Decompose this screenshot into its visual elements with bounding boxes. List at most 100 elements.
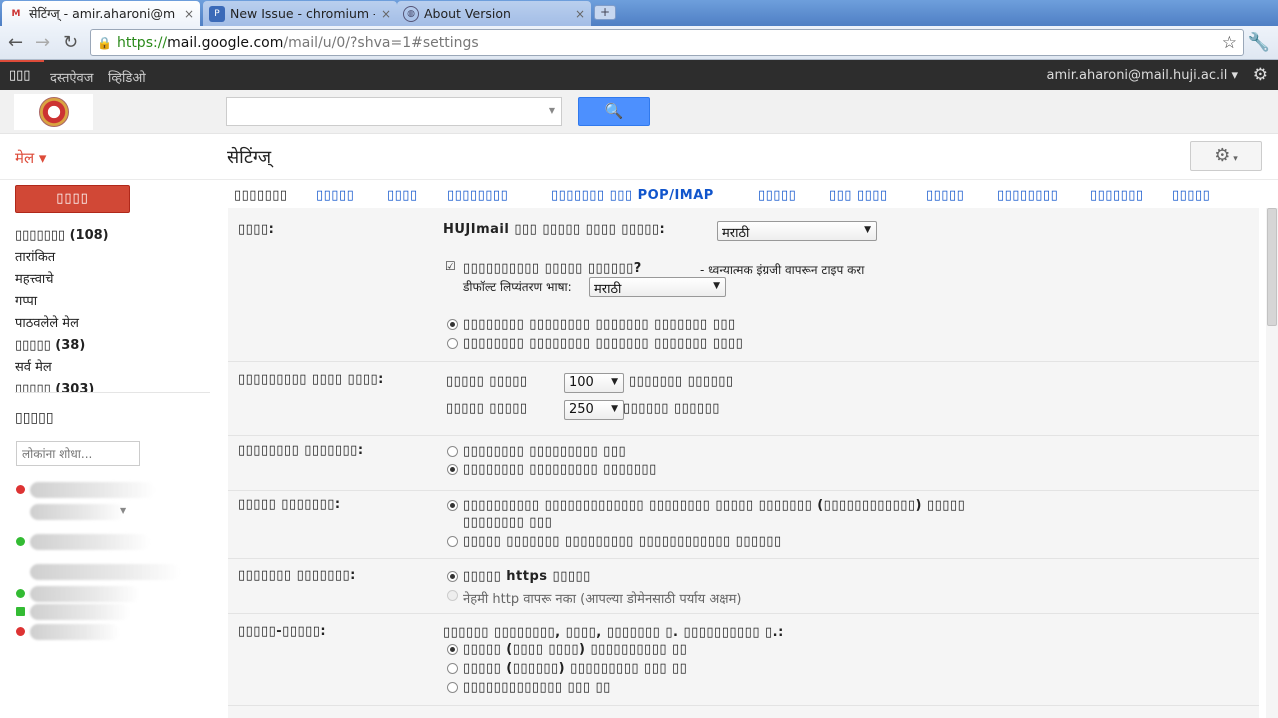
scrollbar[interactable] xyxy=(1266,208,1278,718)
close-icon[interactable]: × xyxy=(381,7,391,21)
conversations-per-page-select[interactable]: 100 ▼ xyxy=(564,373,624,393)
contact-item[interactable] xyxy=(16,532,186,552)
wrench-icon[interactable]: 🔧 xyxy=(1248,32,1270,53)
display-language-label: HUJImail ▯▯▯ ▯▯▯▯▯ ▯▯▯▯ ▯▯▯▯▯: xyxy=(443,222,666,237)
nav-item-important[interactable]: महत्त्वाचे xyxy=(15,269,210,291)
tab-themes[interactable]: ▯▯▯▯▯▯▯ xyxy=(1090,188,1144,203)
gbar-item-docs[interactable]: दस्तऐवज xyxy=(50,68,93,86)
button-labels-icons-radio[interactable] xyxy=(447,500,458,511)
close-icon[interactable]: × xyxy=(575,7,585,21)
contact-item[interactable] xyxy=(16,622,186,642)
contacts-search-input[interactable] xyxy=(16,441,140,466)
nav-item-chats[interactable]: गप्पा xyxy=(15,291,210,313)
setting-label: ▯▯▯▯: xyxy=(238,222,275,237)
select-value: मराठी xyxy=(594,282,622,297)
tab-general[interactable]: ▯▯▯▯▯▯▯ xyxy=(234,188,288,203)
gbar-item-mail[interactable]: ▯▯▯ xyxy=(9,68,30,83)
settings-gear-button[interactable]: ⚙ ▾ xyxy=(1190,141,1262,171)
rtl-off-radio[interactable] xyxy=(447,319,458,330)
external-option-2-radio[interactable] xyxy=(447,663,458,674)
new-tab-button[interactable]: + xyxy=(594,5,616,20)
tab-offline[interactable]: ▯▯▯▯▯▯▯▯ xyxy=(997,188,1058,203)
url-scheme: https:// xyxy=(116,34,168,51)
tab-chat[interactable]: ▯▯▯▯▯ xyxy=(758,188,796,203)
transliteration-select[interactable]: मराठी ▼ xyxy=(589,277,726,297)
gear-icon: ⚙ xyxy=(1214,145,1231,166)
globe-icon: ◍ xyxy=(403,5,419,22)
chevron-down-icon: ▼ xyxy=(864,225,871,235)
input-tools-checkbox[interactable]: ☑ xyxy=(445,260,457,272)
tab-inbox[interactable]: ▯▯▯▯ xyxy=(387,188,418,203)
shortcuts-on-radio[interactable] xyxy=(447,446,458,457)
nav-item-spam[interactable]: ▯▯▯▯▯ (303) xyxy=(15,379,210,393)
masthead: ▼ 🔍 xyxy=(0,90,1278,134)
chevron-down-icon[interactable]: ▼ xyxy=(549,106,555,115)
nav-item-drafts[interactable]: ▯▯▯▯▯ (38) xyxy=(15,335,210,357)
external-option-1-label: ▯▯▯▯▯ (▯▯▯▯ ▯▯▯▯) ▯▯▯▯▯▯▯▯▯▯ ▯▯ xyxy=(463,642,688,657)
external-option-1-radio[interactable] xyxy=(447,644,458,655)
always-https-radio[interactable] xyxy=(447,571,458,582)
tab-forwarding-pop-imap[interactable]: ▯▯▯▯▯▯▯ ▯▯▯ POP/IMAP xyxy=(551,188,714,203)
gear-icon[interactable]: ⚙ xyxy=(1253,65,1268,85)
blurred-contact-name xyxy=(30,534,150,550)
search-button[interactable]: 🔍 xyxy=(578,97,650,126)
tab-labels[interactable]: ▯▯▯▯▯ xyxy=(316,188,354,203)
setting-button-labels: ▯▯▯▯▯ ▯▯▯▯▯▯▯: ▯▯▯▯▯▯▯▯▯▯ ▯▯▯▯▯▯▯▯▯▯▯▯▯ … xyxy=(228,491,1259,559)
compose-button[interactable]: ▯▯▯▯ xyxy=(15,185,130,213)
gbar-item-videos[interactable]: व्हिडिओ xyxy=(108,68,146,86)
blurred-contact-name xyxy=(30,586,140,602)
setting-external-content: ▯▯▯▯▯-▯▯▯▯▯: ▯▯▯▯▯▯ ▯▯▯▯▯▯▯▯, ▯▯▯▯, ▯▯▯▯… xyxy=(228,614,1259,706)
address-bar[interactable]: 🔒 https://mail.google.com/mail/u/0/?shva… xyxy=(90,29,1244,56)
nav-item-sent[interactable]: पाठवलेले मेल xyxy=(15,313,210,335)
tab-accounts[interactable]: ▯▯▯▯▯▯▯▯ xyxy=(447,188,508,203)
no-https-label: नेहमी http वापरू नका (आपल्या डोमेनसाठी प… xyxy=(463,592,742,607)
reload-icon[interactable]: ↻ xyxy=(63,32,78,53)
blurred-contact-name xyxy=(30,504,125,520)
contact-item[interactable] xyxy=(16,602,186,622)
rtl-on-radio[interactable] xyxy=(447,338,458,349)
shortcuts-off-label: ▯▯▯▯▯▯▯▯ ▯▯▯▯▯▯▯▯▯ ▯▯▯▯▯▯▯ xyxy=(463,462,657,477)
mail-menu[interactable]: मेल ▾ xyxy=(15,148,46,168)
bookmark-star-icon[interactable]: ☆ xyxy=(1222,33,1237,53)
contact-item[interactable] xyxy=(16,562,186,582)
browser-tab-about-version[interactable]: ◍ About Version × xyxy=(397,1,591,26)
page-title: सेटिंग्ज् xyxy=(227,147,272,168)
chevron-down-icon[interactable]: ▼ xyxy=(120,506,126,515)
url-host: mail.google.com xyxy=(167,34,284,51)
tab-extra[interactable]: ▯▯▯▯▯ xyxy=(1172,188,1210,203)
button-labels-text-radio[interactable] xyxy=(447,536,458,547)
logo[interactable] xyxy=(14,94,93,130)
setting-label: ▯▯▯▯▯▯▯▯ ▯▯▯▯▯▯▯: xyxy=(238,443,364,458)
setting-page-size: ▯▯▯▯▯▯▯▯▯ ▯▯▯▯ ▯▯▯▯: ▯▯▯▯▯ ▯▯▯▯▯ 100 ▼ ▯… xyxy=(228,362,1259,436)
contacts-per-page-select[interactable]: 250 ▼ xyxy=(564,400,624,420)
forward-arrow-icon[interactable]: → xyxy=(35,32,50,53)
chevron-down-icon: ▼ xyxy=(611,377,618,387)
contact-item[interactable] xyxy=(16,584,186,604)
scrollbar-thumb[interactable] xyxy=(1267,208,1277,326)
display-language-select[interactable]: मराठी ▼ xyxy=(717,221,877,241)
nav-item-inbox[interactable]: ▯▯▯▯▯▯▯ (108) xyxy=(15,225,210,247)
back-arrow-icon[interactable]: ← xyxy=(8,32,23,53)
external-option-3-radio[interactable] xyxy=(447,682,458,693)
contact-item[interactable]: ▼ xyxy=(16,502,186,522)
select-value: 100 xyxy=(569,375,594,390)
button-labels-text-label: ▯▯▯▯▯ ▯▯▯▯▯▯▯ ▯▯▯▯▯▯▯▯▯ ▯▯▯▯▯▯▯▯▯▯▯▯ ▯▯▯… xyxy=(463,534,782,549)
search-input[interactable]: ▼ xyxy=(226,97,562,126)
tab-web-clips[interactable]: ▯▯▯ ▯▯▯▯ xyxy=(829,188,888,203)
setting-label: ▯▯▯▯▯▯▯ ▯▯▯▯▯▯▯: xyxy=(238,568,356,583)
nav-item-all-mail[interactable]: सर्व मेल xyxy=(15,357,210,379)
blurred-contact-name xyxy=(30,564,180,580)
tab-labs[interactable]: ▯▯▯▯▯ xyxy=(926,188,964,203)
shortcuts-off-radio[interactable] xyxy=(447,464,458,475)
input-tools-label: ▯▯▯▯▯▯▯▯▯▯ ▯▯▯▯▯ ▯▯▯▯▯▯? xyxy=(463,261,642,276)
nav-item-starred[interactable]: तारांकित xyxy=(15,247,210,269)
account-menu[interactable]: amir.aharoni@mail.huji.ac.il ▾ xyxy=(1046,68,1238,83)
browser-tab-new-issue[interactable]: P New Issue - chromium - × xyxy=(203,1,397,26)
browser-tab-settings[interactable]: M सेटिंग्ज् - amir.aharoni@m × xyxy=(2,1,200,26)
setting-label: ▯▯▯▯▯▯▯▯▯ ▯▯▯▯ ▯▯▯▯: xyxy=(238,372,384,387)
blurred-contact-name xyxy=(30,624,120,640)
busy-status-icon xyxy=(16,485,25,494)
close-icon[interactable]: × xyxy=(184,7,194,21)
contact-item[interactable] xyxy=(16,480,186,500)
setting-label: ▯▯▯▯▯-▯▯▯▯▯: xyxy=(238,624,327,639)
